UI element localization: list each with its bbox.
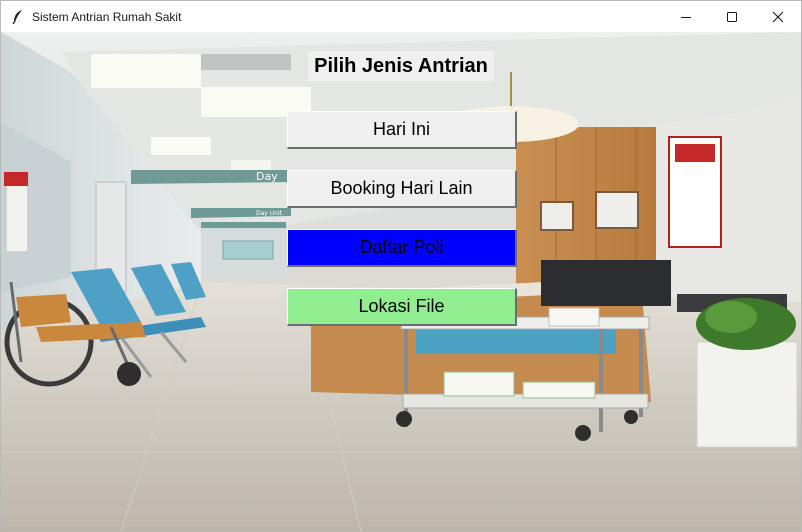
hospital-background-image: Day Day Unit	[1, 32, 801, 531]
feather-icon	[10, 9, 26, 25]
maximize-icon	[727, 11, 737, 22]
booking-other-day-button[interactable]: Booking Hari Lain	[287, 170, 517, 208]
app-window: Sistem Antrian Rumah Sakit Day Day Unit …	[0, 0, 802, 532]
window-title: Sistem Antrian Rumah Sakit	[32, 9, 182, 24]
close-button[interactable]	[755, 1, 801, 32]
today-queue-button[interactable]: Hari Ini	[287, 111, 517, 149]
maximize-button[interactable]	[709, 1, 755, 32]
page-title: Pilih Jenis Antrian	[308, 51, 494, 81]
title-bar[interactable]: Sistem Antrian Rumah Sakit	[1, 1, 801, 32]
close-icon	[772, 11, 784, 22]
file-location-button[interactable]: Lokasi File	[287, 288, 517, 326]
corridor-sign-text: Day	[256, 170, 278, 183]
register-poli-button[interactable]: Daftar Poli	[287, 229, 517, 267]
minimize-icon	[681, 16, 691, 18]
corridor-sign-small-text: Day Unit	[256, 210, 283, 217]
client-area: Day Day Unit Pilih Jenis Antrian Hari In…	[1, 32, 801, 531]
minimize-button[interactable]	[663, 1, 709, 32]
